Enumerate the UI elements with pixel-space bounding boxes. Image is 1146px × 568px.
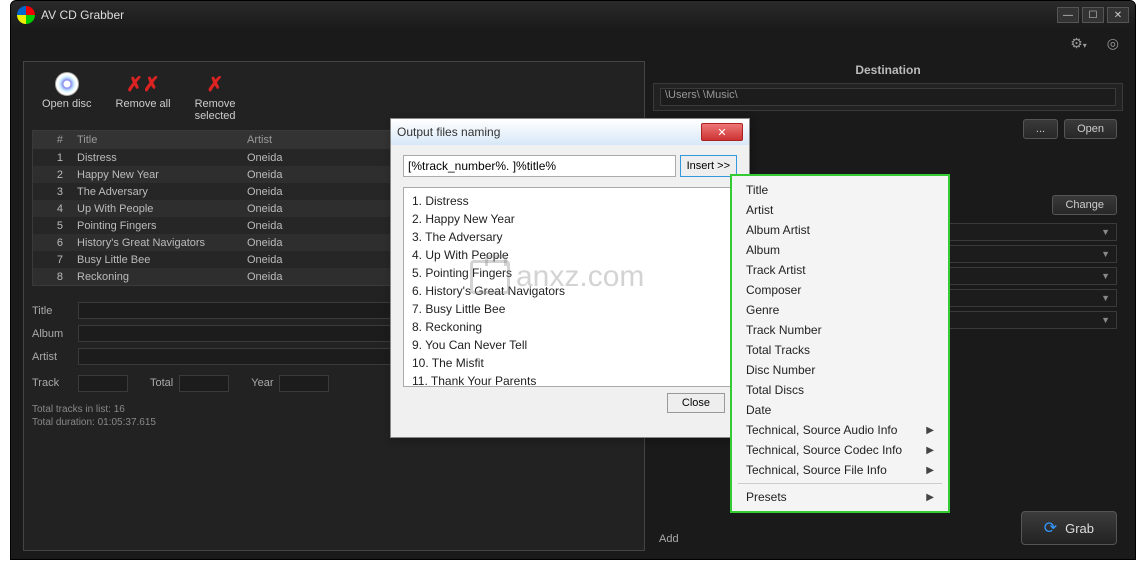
meta-year-label: Year	[251, 377, 273, 389]
change-button[interactable]: Change	[1052, 195, 1117, 215]
settings-icon[interactable]: ⚙▾	[1070, 35, 1087, 52]
preview-item: 11. Thank Your Parents	[412, 372, 728, 387]
chevron-right-icon: ▶	[926, 425, 934, 436]
row-num: 1	[33, 152, 73, 164]
grab-button[interactable]: ⟳ Grab	[1021, 511, 1117, 545]
remove-selected-label: Remove selected	[195, 98, 236, 122]
browse-button[interactable]: ...	[1023, 119, 1058, 139]
menu-item[interactable]: Artist	[732, 200, 948, 220]
menu-item[interactable]: Track Number	[732, 320, 948, 340]
menu-item[interactable]: Technical, Source Codec Info▶	[732, 440, 948, 460]
dialog-close-btn[interactable]: Close	[667, 393, 725, 413]
menu-item[interactable]: Album Artist	[732, 220, 948, 240]
menu-item[interactable]: Total Tracks	[732, 340, 948, 360]
preview-item: 7. Busy Little Bee	[412, 300, 728, 318]
meta-year-input[interactable]	[279, 375, 329, 392]
menu-item[interactable]: Genre	[732, 300, 948, 320]
preview-item: 4. Up With People	[412, 246, 728, 264]
row-title: Reckoning	[73, 271, 243, 283]
meta-total-label: Total	[150, 377, 173, 389]
row-num: 5	[33, 220, 73, 232]
close-button[interactable]: ✕	[1107, 7, 1129, 23]
meta-album-label: Album	[32, 328, 72, 340]
minimize-button[interactable]: —	[1057, 7, 1079, 23]
row-title: Up With People	[73, 203, 243, 215]
insert-context-menu: TitleArtistAlbum ArtistAlbumTrack Artist…	[730, 174, 950, 513]
row-title: Distress	[73, 152, 243, 164]
dialog-titlebar: Output files naming ✕	[391, 119, 749, 145]
meta-track-input[interactable]	[78, 375, 128, 392]
app-title: AV CD Grabber	[41, 8, 124, 22]
row-num: 6	[33, 237, 73, 249]
menu-item[interactable]: Title	[732, 180, 948, 200]
dialog-close-button[interactable]: ✕	[701, 123, 743, 141]
row-title: Happy New Year	[73, 169, 243, 181]
remove-selected-icon: ✗	[203, 72, 227, 96]
remove-all-icon: ✗✗	[131, 72, 155, 96]
row-title: Pointing Fingers	[73, 220, 243, 232]
preview-item: 9. You Can Never Tell	[412, 336, 728, 354]
row-num: 7	[33, 254, 73, 266]
titlebar: AV CD Grabber — ☐ ✕	[11, 1, 1135, 29]
preview-item: 10. The Misfit	[412, 354, 728, 372]
remove-all-label: Remove all	[116, 98, 171, 110]
target-icon[interactable]: ◎	[1107, 35, 1119, 52]
disc-icon	[55, 72, 79, 96]
menu-item[interactable]: Album	[732, 240, 948, 260]
menu-item[interactable]: Technical, Source Audio Info▶	[732, 420, 948, 440]
row-num: 8	[33, 271, 73, 283]
row-title: Busy Little Bee	[73, 254, 243, 266]
meta-artist-label: Artist	[32, 351, 72, 363]
top-toolbar: ⚙▾ ◎	[11, 29, 1135, 57]
insert-button[interactable]: Insert >>	[680, 155, 737, 177]
menu-separator	[738, 483, 942, 484]
menu-item[interactable]: Disc Number	[732, 360, 948, 380]
open-disc-label: Open disc	[42, 98, 92, 110]
preview-list: 1. Distress2. Happy New Year3. The Adver…	[403, 187, 737, 387]
meta-title-label: Title	[32, 305, 72, 317]
remove-all-button[interactable]: ✗✗ Remove all	[116, 72, 171, 122]
dialog-title-text: Output files naming	[397, 125, 500, 139]
refresh-icon: ⟳	[1044, 518, 1057, 538]
output-naming-dialog: Output files naming ✕ Insert >> 1. Distr…	[390, 118, 750, 438]
open-dest-button[interactable]: Open	[1064, 119, 1117, 139]
maximize-button[interactable]: ☐	[1082, 7, 1104, 23]
preview-item: 6. History's Great Navigators	[412, 282, 728, 300]
row-num: 4	[33, 203, 73, 215]
meta-total-input[interactable]	[179, 375, 229, 392]
destination-header: Destination	[653, 61, 1123, 79]
col-title-header[interactable]: Title	[73, 134, 243, 146]
chevron-right-icon: ▶	[926, 465, 934, 476]
destination-path-input[interactable]: \Users\ \Music\	[660, 88, 1116, 106]
add-label[interactable]: Add	[659, 533, 679, 545]
chevron-right-icon: ▶	[926, 492, 934, 503]
menu-item[interactable]: Presets▶	[732, 487, 948, 507]
preview-item: 5. Pointing Fingers	[412, 264, 728, 282]
preview-item: 3. The Adversary	[412, 228, 728, 246]
meta-track-label: Track	[32, 377, 72, 389]
open-disc-button[interactable]: Open disc	[42, 72, 92, 122]
preview-item: 2. Happy New Year	[412, 210, 728, 228]
row-num: 2	[33, 169, 73, 181]
pattern-input[interactable]	[403, 155, 676, 177]
preview-item: 1. Distress	[412, 192, 728, 210]
menu-item[interactable]: Track Artist	[732, 260, 948, 280]
menu-item[interactable]: Technical, Source File Info▶	[732, 460, 948, 480]
menu-item[interactable]: Composer	[732, 280, 948, 300]
row-title: The Adversary	[73, 186, 243, 198]
menu-item[interactable]: Total Discs	[732, 380, 948, 400]
col-num-header[interactable]: #	[33, 134, 73, 146]
menu-item[interactable]: Date	[732, 400, 948, 420]
chevron-right-icon: ▶	[926, 445, 934, 456]
remove-selected-button[interactable]: ✗ Remove selected	[195, 72, 236, 122]
row-num: 3	[33, 186, 73, 198]
app-icon	[17, 6, 35, 24]
row-title: History's Great Navigators	[73, 237, 243, 249]
preview-item: 8. Reckoning	[412, 318, 728, 336]
grab-label: Grab	[1065, 521, 1094, 536]
